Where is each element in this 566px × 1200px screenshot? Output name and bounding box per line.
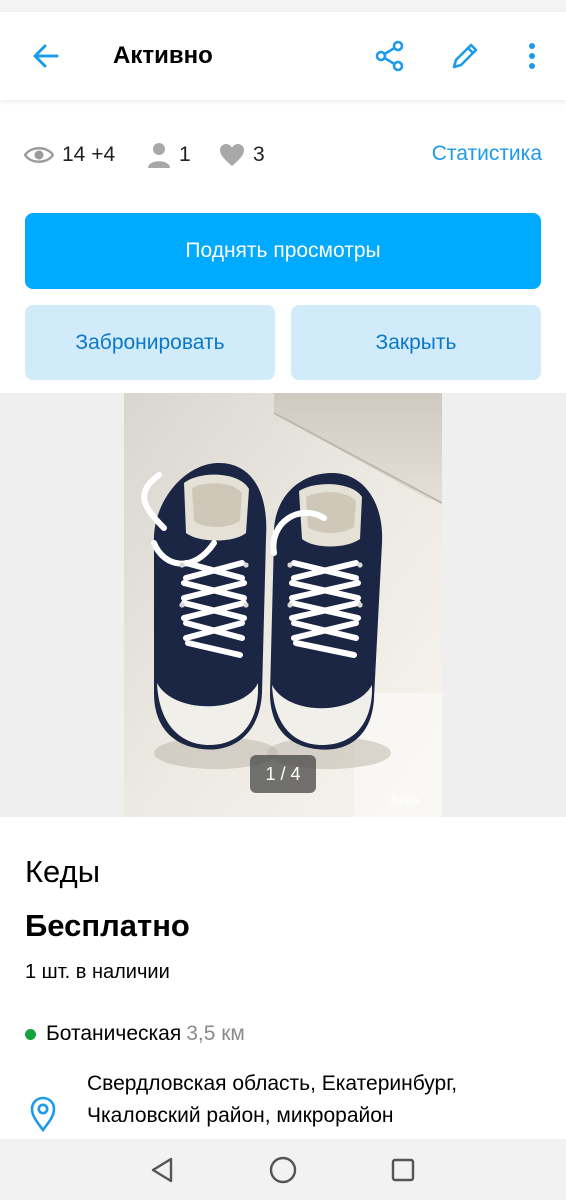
ad-stats: 14 +4 1 3 Статистика [24, 138, 542, 172]
metro-station: Ботаническая 3,5 км [25, 1020, 245, 1048]
close-ad-button[interactable]: Закрыть [291, 305, 541, 380]
person-icon [148, 143, 170, 168]
nav-home-button[interactable] [268, 1155, 298, 1185]
contacts-stat: 1 [147, 138, 191, 172]
promote-views-button[interactable]: Поднять просмотры [25, 213, 541, 289]
address-line-2: Чкаловский район, микрорайон [87, 1104, 394, 1127]
metro-line-dot [25, 1028, 36, 1040]
photo-counter: 1 / 4 [250, 755, 316, 793]
favorites-stat: 3 [219, 138, 265, 172]
app-bar: Активно [0, 12, 566, 100]
share-button[interactable] [368, 34, 412, 78]
triangle-back-icon [151, 1157, 173, 1183]
item-photo[interactable] [124, 393, 442, 817]
more-vertical-icon [529, 43, 535, 69]
more-options-button[interactable] [512, 34, 552, 78]
location-pin-icon [30, 1096, 56, 1132]
status-bar [0, 0, 566, 12]
address-line-1: Свердловская область, Екатеринбург, [87, 1072, 458, 1095]
sneakers-photo [124, 393, 442, 817]
eye-icon [24, 147, 54, 163]
page-title: Активно [113, 42, 213, 69]
system-navigation-bar [0, 1139, 566, 1200]
item-title: Кеды [25, 854, 100, 889]
nav-back-button[interactable] [147, 1155, 177, 1185]
address-text: Свердловская область, Екатеринбург, Чкал… [87, 1068, 457, 1132]
contacts-count: 1 [179, 143, 191, 166]
item-price: Бесплатно [25, 908, 190, 943]
reserve-button[interactable]: Забронировать [25, 305, 275, 380]
item-stock: 1 шт. в наличии [25, 961, 170, 983]
metro-station-name: Ботаническая [46, 1022, 182, 1045]
back-button[interactable] [24, 34, 68, 78]
statistics-link[interactable]: Статистика [432, 142, 542, 166]
views-stat: 14 +4 [24, 138, 115, 172]
square-recents-icon [391, 1158, 415, 1182]
share-icon [375, 40, 404, 72]
arrow-left-icon [33, 44, 59, 68]
avito-watermark: Avito [390, 793, 420, 807]
photo-gallery[interactable]: 1 / 4 Avito [0, 393, 566, 817]
favorites-count: 3 [253, 143, 265, 166]
views-count: 14 +4 [62, 143, 116, 166]
heart-icon [220, 144, 244, 166]
address-block[interactable]: Свердловская область, Екатеринбург, Чкал… [25, 1066, 566, 1138]
nav-recents-button[interactable] [388, 1155, 418, 1185]
edit-button[interactable] [443, 34, 487, 78]
circle-home-icon [269, 1156, 297, 1184]
pencil-icon [452, 43, 478, 69]
metro-distance: 3,5 км [186, 1022, 245, 1045]
